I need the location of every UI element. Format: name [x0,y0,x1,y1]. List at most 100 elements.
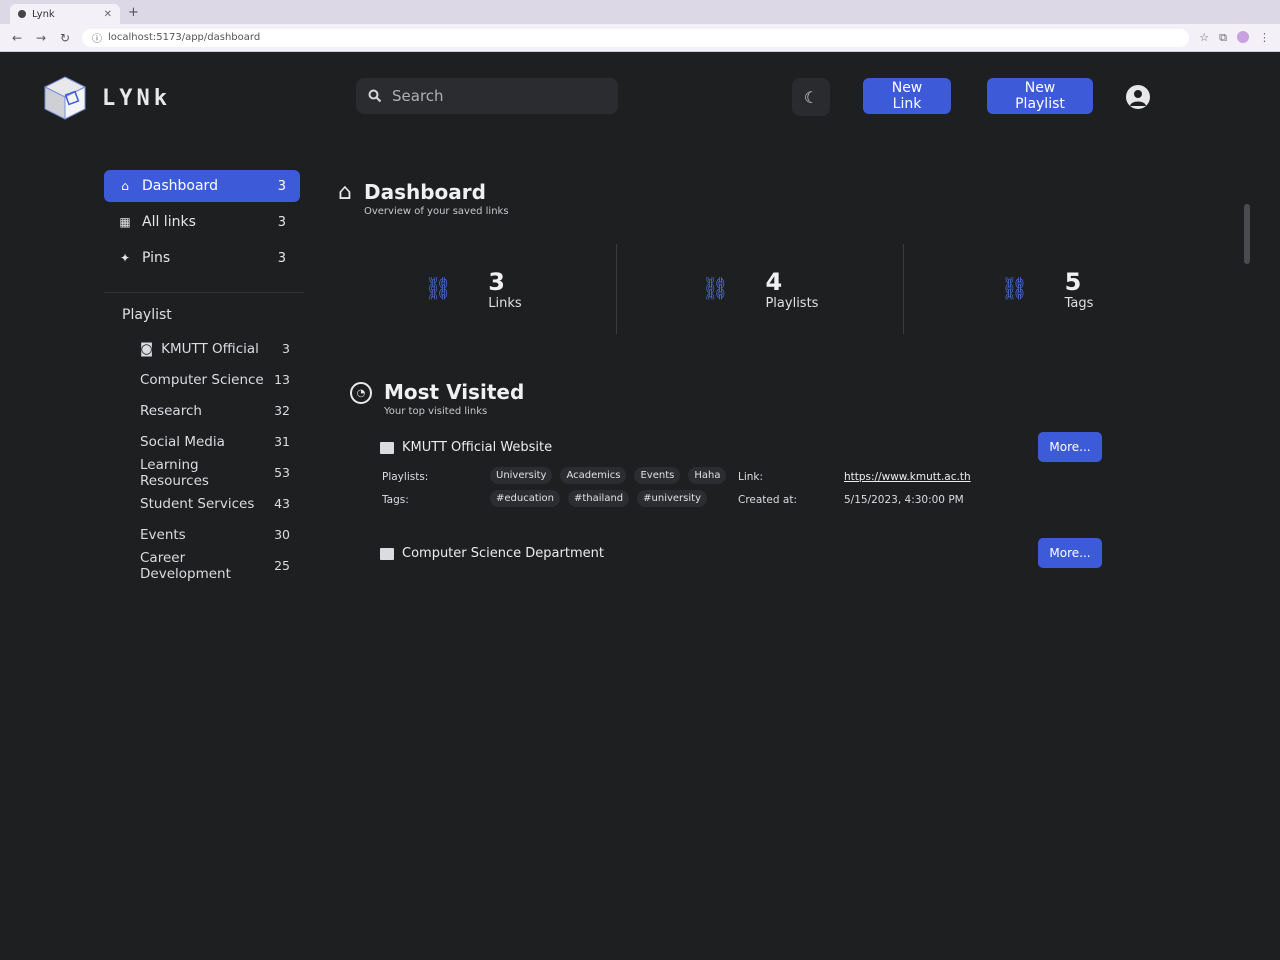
new-link-button[interactable]: New Link [863,78,951,114]
playlist-count: 43 [274,496,290,511]
playlist-count: 3 [282,341,290,356]
logo-text: LYNk [102,85,171,111]
sidebar-item-label: Pins [142,250,171,266]
tag-chip[interactable]: #thailand [568,490,630,507]
playlist-chip[interactable]: University [490,467,553,484]
app-root: LYNk ☾ New Link New Playlist ⌂ Dashboard… [0,52,1280,960]
link-card-title[interactable]: Computer Science Department [380,546,1102,561]
playlist-chip[interactable]: Events [634,467,681,484]
section-subtitle: Your top visited links [384,406,488,417]
search-input[interactable] [392,87,592,105]
link-title: KMUTT Official Website [402,440,553,455]
camera-icon: ◙ [140,340,154,357]
address-bar[interactable]: ⓘ localhost:5173/app/dashboard [82,28,1190,47]
cube-logo-icon [43,76,87,120]
browser-actions: ☆ ⧉ ⋮ [1199,30,1270,45]
playlist-chips: University Academics Events Haha H [490,467,734,484]
playlist-label: Social Media [140,433,225,450]
playlist-count: 30 [274,527,290,542]
address-url: localhost:5173/app/dashboard [108,32,261,43]
playlist-count: 32 [274,403,290,418]
user-avatar-icon[interactable] [1126,85,1150,109]
stats-row: ⛓ 3 Links ⛓ 4 Playlists ⛓ 5 Tags [330,244,1190,334]
created-label: Created at: [738,494,797,506]
sidebar-playlist-computer-science[interactable]: Computer Science 13 [104,364,304,395]
playlist-label: Research [140,402,202,419]
browser-tab-strip: Lynk ✕ + [0,0,1280,24]
browser-tab-title: Lynk [32,8,55,20]
theme-toggle-button[interactable]: ☾ [792,78,830,116]
sidebar-item-dashboard[interactable]: ⌂ Dashboard 3 [104,170,300,202]
sidebar-item-all-links[interactable]: ▦ All links 3 [104,206,300,238]
site-info-icon[interactable]: ⓘ [92,30,102,45]
stat-playlists: ⛓ 4 Playlists [616,244,903,334]
sidebar: ⌂ Dashboard 3 ▦ All links 3 ✦ Pins 3 Pla… [0,144,330,960]
playlists-label: Playlists: [382,471,429,483]
sidebar-playlist-social-media[interactable]: Social Media 31 [104,426,304,457]
page-subtitle: Overview of your saved links [363,206,509,217]
close-tab-icon[interactable]: ✕ [104,9,112,20]
playlist-count: 53 [274,465,290,480]
browser-tab[interactable]: Lynk ✕ [10,4,120,24]
playlist-label: Student Services [140,495,255,512]
sidebar-playlist-events[interactable]: Events 30 [104,519,304,550]
playlist-count: 31 [274,434,290,449]
bookmark-icon[interactable]: ☆ [1199,31,1209,45]
playlist-chip[interactable]: Academics [560,467,627,484]
links-icon: ▦ [119,215,131,229]
playlist-chip[interactable]: Haha [688,467,727,484]
tag-chip[interactable]: #education [490,490,560,507]
playlist-label: Career Development [140,549,231,582]
moon-icon: ☾ [803,87,819,107]
link-icon: ⛓ [1000,276,1029,302]
search-box[interactable] [356,78,618,114]
sidebar-playlist-kmutt-official[interactable]: ◙ KMUTT Official 3 [104,333,304,364]
playlist-label: KMUTT Official [161,340,259,357]
sidebar-playlist-career-development[interactable]: Career Development 25 [104,549,304,582]
stat-value: 3 [488,267,505,296]
playlist-label: Computer Science [140,371,264,388]
website-icon [380,441,394,454]
extensions-icon[interactable]: ⧉ [1219,31,1227,45]
created-at: 5/15/2023, 4:30:00 PM [844,494,964,506]
tag-chip[interactable]: #university [637,490,707,507]
link-card-meta: Playlists: University Academics Events H… [380,467,1102,515]
more-button[interactable]: More... [1038,432,1102,462]
sidebar-item-label: Dashboard [142,178,218,194]
forward-icon[interactable]: → [34,31,48,45]
dashboard-header: ⌂ Dashboard Overview of your saved links [338,180,509,217]
sidebar-item-count: 3 [277,178,286,194]
browser-profile-icon[interactable] [1237,30,1249,43]
link-card-title[interactable]: KMUTT Official Website [380,440,1102,455]
chart-pie-icon: ◔ [350,382,372,404]
stat-tags: ⛓ 5 Tags [903,244,1190,334]
pin-icon: ✦ [119,251,131,265]
link-label: Link: [738,471,764,483]
link-url[interactable]: https://www.kmutt.ac.th [844,471,971,483]
most-visited-header: ◔ Most Visited Your top visited links [350,380,524,417]
sidebar-playlist-research[interactable]: Research 32 [104,395,304,426]
new-playlist-button[interactable]: New Playlist [987,78,1093,114]
scrollbar[interactable] [1244,204,1250,264]
link-icon: ⛓ [424,276,453,302]
tags-label: Tags: [382,494,409,506]
sidebar-item-count: 3 [277,250,286,266]
more-button[interactable]: More... [1038,538,1102,568]
logo[interactable]: LYNk [40,73,320,123]
home-icon: ⌂ [121,179,129,193]
stat-label: Playlists [765,295,819,311]
sidebar-playlist-student-services[interactable]: Student Services 43 [104,488,304,519]
new-tab-icon[interactable]: + [128,5,139,20]
stat-links: ⛓ 3 Links [330,244,616,334]
menu-icon[interactable]: ⋮ [1259,31,1270,45]
section-title: Most Visited [384,380,525,404]
playlist-count: 25 [274,558,290,573]
sidebar-item-pins[interactable]: ✦ Pins 3 [104,242,300,274]
tag-chips: #education #thailand #university [490,490,734,507]
reload-icon[interactable]: ↻ [58,31,72,45]
back-icon[interactable]: ← [10,31,24,45]
link-title: Computer Science Department [402,546,604,561]
link-icon: ⛓ [701,276,730,302]
sidebar-item-label: All links [142,214,196,230]
sidebar-playlist-learning-resources[interactable]: Learning Resources 53 [104,457,304,489]
